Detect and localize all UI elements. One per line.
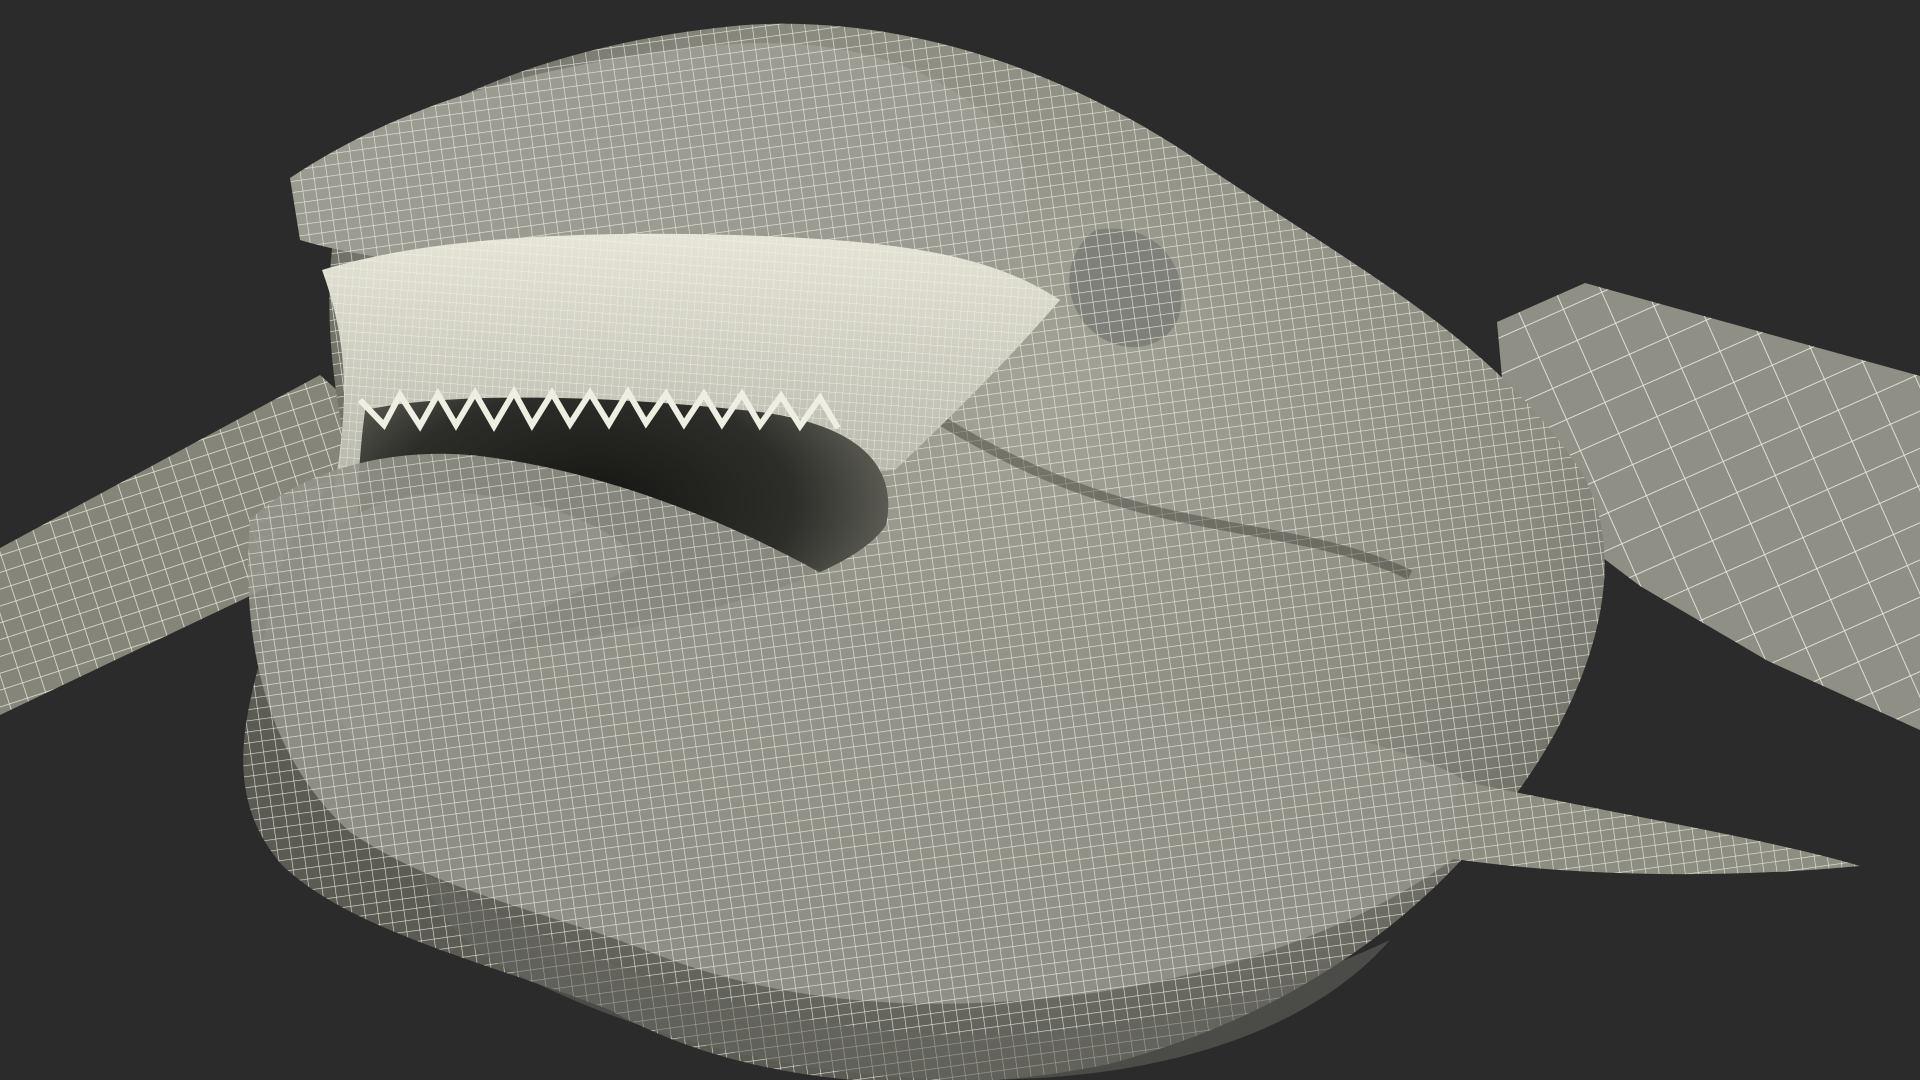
wireframe-turtle-head-model-icon (0, 23, 1920, 1080)
neck-fold (1448, 780, 1860, 875)
render-viewport (0, 0, 1920, 1080)
